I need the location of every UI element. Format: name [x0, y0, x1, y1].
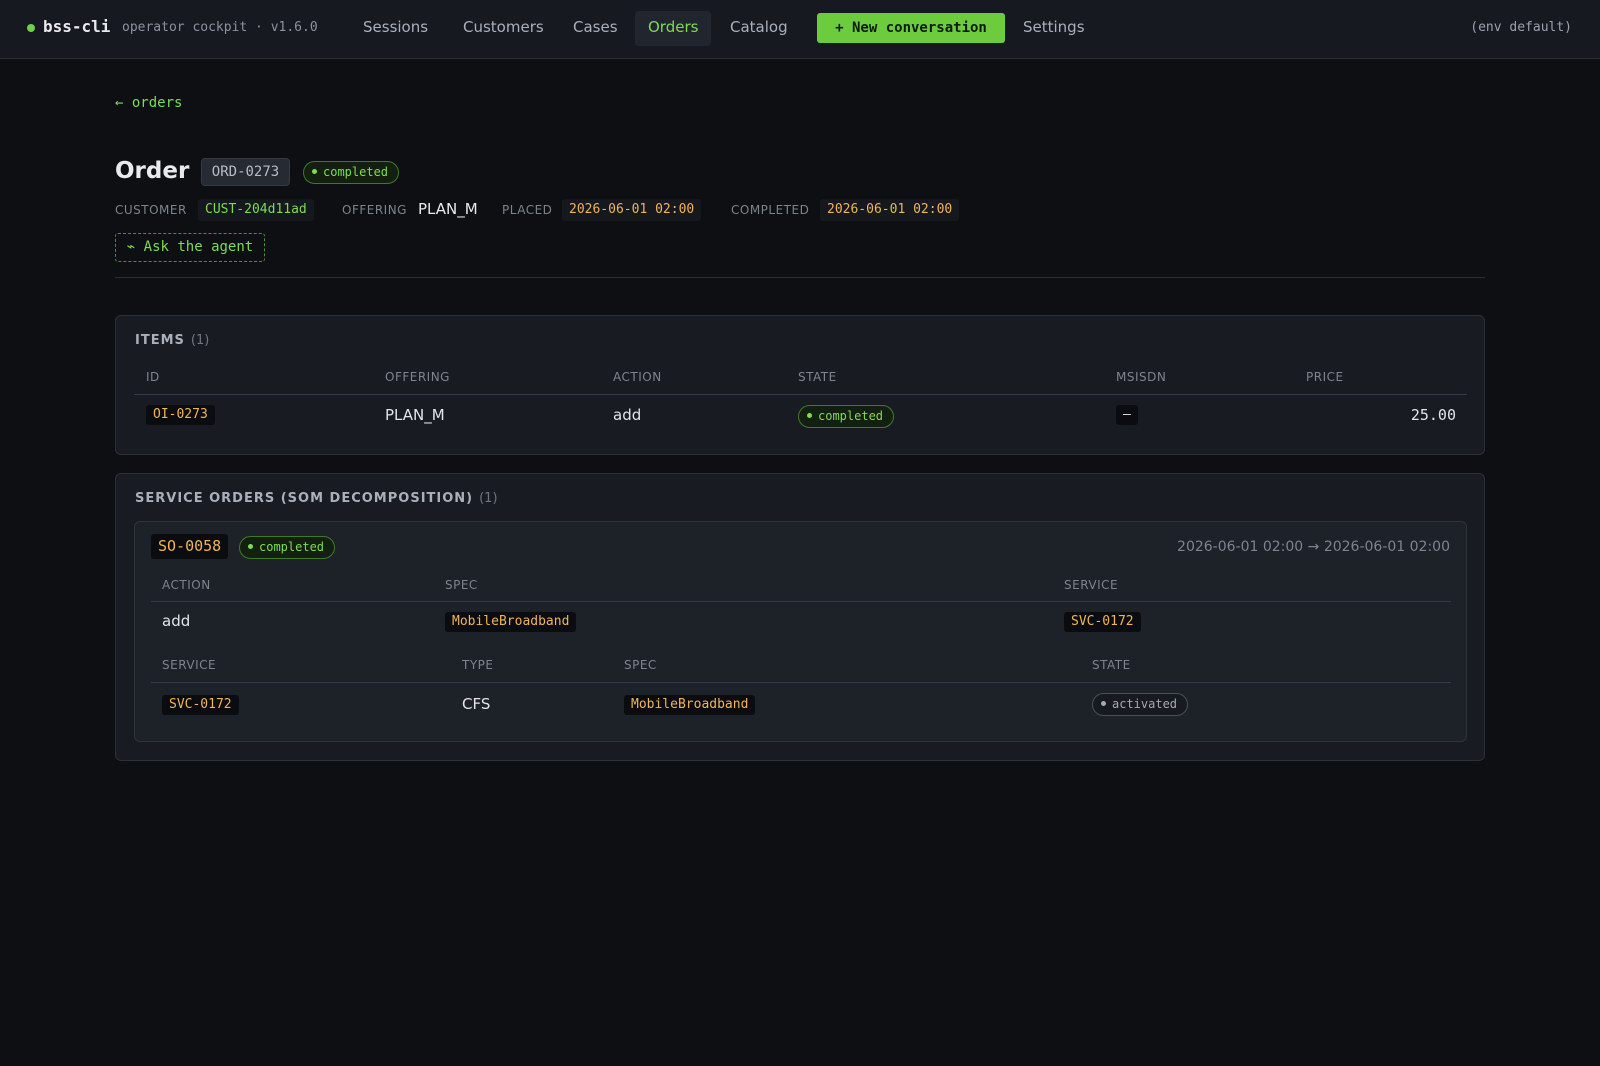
status-dot-icon	[248, 544, 253, 549]
service-order-card: SO-0058 completed 2026-06-01 02:00 → 202…	[134, 521, 1467, 742]
nav-customers[interactable]: Customers	[450, 11, 557, 46]
service-order-status-badge: completed	[239, 536, 336, 559]
header-divider	[115, 277, 1485, 278]
page-title: Order	[115, 158, 190, 184]
service-orders-count: (1)	[479, 491, 498, 506]
svc-col-state: STATE	[1092, 658, 1131, 672]
placed-value: 2026-06-01 02:00	[562, 199, 702, 221]
nav-cases[interactable]: Cases	[560, 11, 631, 46]
order-id-badge: ORD-0273	[201, 158, 290, 186]
item-price: 25.00	[1410, 406, 1456, 424]
offering-label: OFFERING	[342, 203, 407, 217]
customer-label: CUSTOMER	[115, 203, 187, 217]
service-order-id[interactable]: SO-0058	[151, 534, 229, 559]
items-col-state: STATE	[798, 370, 837, 384]
items-col-id: ID	[146, 370, 160, 384]
ask-agent-button[interactable]: ⌁ Ask the agent	[115, 233, 265, 262]
service-orders-title-text: SERVICE ORDERS (SOM DECOMPOSITION)	[135, 491, 474, 506]
svc-state-badge: activated	[1092, 693, 1189, 716]
items-col-offering: OFFERING	[385, 370, 450, 384]
status-dot-icon	[312, 169, 317, 174]
so-col-service: SERVICE	[1064, 578, 1119, 592]
status-dot-icon	[1101, 701, 1106, 706]
item-state-text: completed	[818, 409, 884, 423]
svc-col-service: SERVICE	[162, 658, 217, 672]
service-orders-title: SERVICE ORDERS (SOM DECOMPOSITION) (1)	[135, 491, 498, 506]
item-id-chip[interactable]: OI-0273	[146, 405, 215, 425]
svc-col-type: TYPE	[462, 658, 494, 672]
order-status-text: completed	[323, 165, 389, 179]
svc-header-rule	[151, 682, 1451, 683]
new-conversation-button[interactable]: + New conversation	[817, 13, 1005, 43]
items-title: ITEMS (1)	[135, 333, 209, 348]
top-nav: bss-cli operator cockpit · v1.6.0 Sessio…	[0, 0, 1600, 59]
so-spec-chip: MobileBroadband	[445, 612, 577, 632]
status-dot-icon	[807, 413, 812, 418]
placed-label: PLACED	[502, 203, 553, 217]
nav-orders[interactable]: Orders	[635, 11, 712, 46]
svc-state-text: activated	[1112, 697, 1178, 711]
so-service-chip[interactable]: SVC-0172	[1064, 612, 1141, 632]
so-col-spec: SPEC	[445, 578, 478, 592]
items-col-price: PRICE	[1306, 370, 1344, 384]
offering-value: PLAN_M	[418, 200, 478, 218]
env-label: (env default)	[1470, 20, 1572, 35]
brand-subtitle: operator cockpit · v1.6.0	[122, 20, 318, 35]
svc-service-chip[interactable]: SVC-0172	[162, 695, 239, 715]
nav-sessions[interactable]: Sessions	[350, 11, 441, 46]
svc-type: CFS	[462, 695, 491, 713]
svc-spec-chip: MobileBroadband	[624, 695, 756, 715]
item-action: add	[613, 406, 642, 424]
service-orders-panel: SERVICE ORDERS (SOM DECOMPOSITION) (1) SO…	[115, 473, 1485, 761]
order-status-badge: completed	[303, 161, 400, 184]
items-col-msisdn: MSISDN	[1116, 370, 1167, 384]
item-msisdn: —	[1116, 405, 1138, 425]
items-header-rule	[134, 394, 1467, 395]
back-to-orders-link[interactable]: ← orders	[115, 95, 182, 111]
items-col-action: ACTION	[613, 370, 662, 384]
brand-name[interactable]: bss-cli	[43, 17, 110, 36]
service-order-time-range: 2026-06-01 02:00 → 2026-06-01 02:00	[1177, 539, 1450, 555]
svc-col-spec: SPEC	[624, 658, 657, 672]
completed-label: COMPLETED	[731, 203, 810, 217]
nav-settings[interactable]: Settings	[1010, 11, 1098, 46]
so-header-rule	[151, 601, 1451, 602]
item-state-badge: completed	[798, 405, 895, 428]
items-panel: ITEMS (1) ID OFFERING ACTION STATE MSISDN…	[115, 315, 1485, 455]
item-offering: PLAN_M	[385, 406, 445, 424]
customer-link[interactable]: CUST-204d11ad	[198, 199, 314, 221]
items-count: (1)	[190, 333, 210, 348]
status-dot-icon	[27, 24, 35, 32]
items-title-text: ITEMS	[135, 333, 185, 348]
completed-value: 2026-06-01 02:00	[820, 199, 960, 221]
nav-catalog[interactable]: Catalog	[717, 11, 801, 46]
service-order-status-text: completed	[259, 540, 325, 554]
so-action: add	[162, 612, 191, 630]
so-col-action: ACTION	[162, 578, 211, 592]
